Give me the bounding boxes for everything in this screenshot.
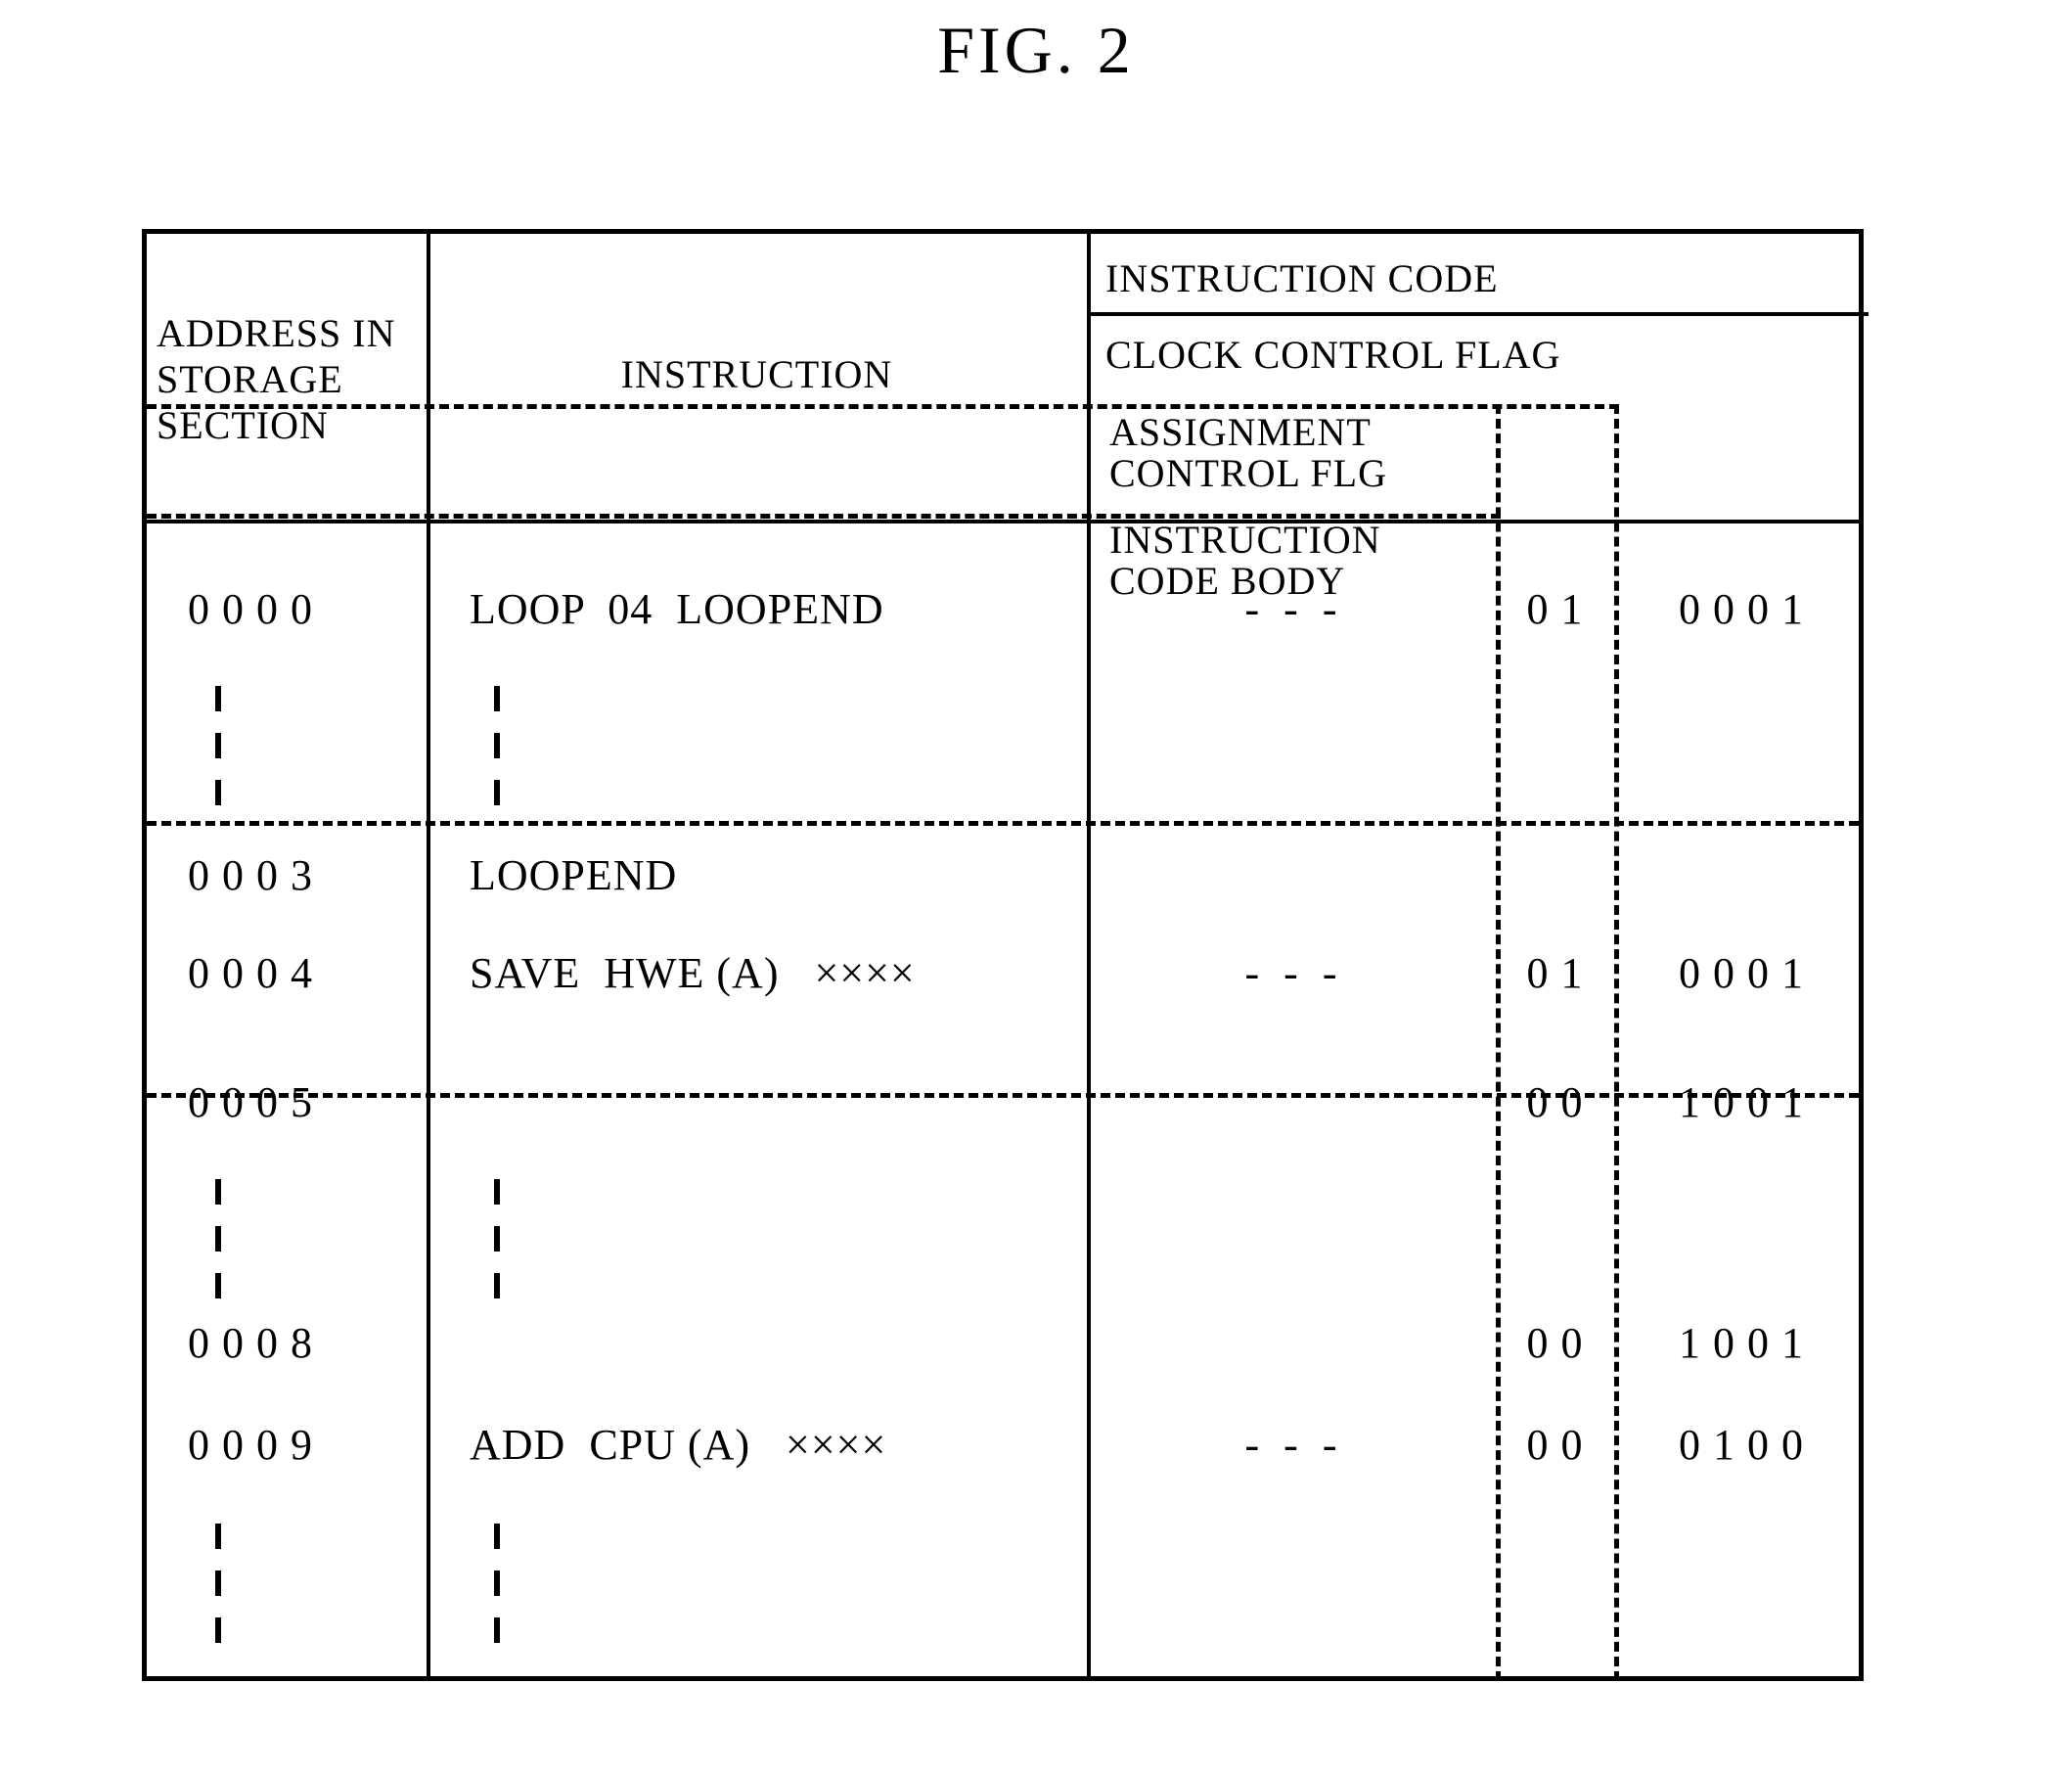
header-instruction: INSTRUCTION xyxy=(620,352,893,396)
table-row: 0 1 xyxy=(1526,949,1584,997)
header-assignment-control-flag: ASSIGNMENT CONTROL FLG xyxy=(1109,410,1387,495)
dashed-row-separator-1 xyxy=(147,821,1859,826)
continuation-dots xyxy=(494,1179,500,1320)
table-row: - - - xyxy=(1244,585,1338,633)
table-row: SAVE HWE (A) ×××× xyxy=(470,949,916,997)
table-row: 0 0 0 4 xyxy=(188,949,313,997)
header-instruction-code: INSTRUCTION CODE xyxy=(1105,256,1499,300)
table-row: LOOPEND xyxy=(470,851,678,899)
table-row: 1 0 0 1 xyxy=(1679,1078,1804,1126)
table-row: 0 0 0 3 xyxy=(188,851,313,899)
table-row: 0 0 0 1 xyxy=(1679,949,1804,997)
rule-header-body-split xyxy=(147,520,1859,523)
continuation-dots xyxy=(494,1524,500,1664)
table-row: 0 0 0 9 xyxy=(188,1421,313,1469)
continuation-dots xyxy=(215,1179,221,1320)
table-row: 0 0 0 0 xyxy=(188,585,313,633)
continuation-dots xyxy=(494,686,500,827)
figure-title: FIG. 2 xyxy=(937,13,1135,87)
table-row: 0 0 0 1 xyxy=(1679,585,1804,633)
table-row: 0 1 0 0 xyxy=(1679,1421,1804,1469)
table-row: 0 0 0 5 xyxy=(188,1078,313,1126)
table-row: 0 0 xyxy=(1526,1421,1584,1469)
rule-under-instruction-code xyxy=(1087,312,1869,316)
continuation-dots xyxy=(215,686,221,827)
table-row: 1 0 0 1 xyxy=(1679,1319,1804,1367)
continuation-dots xyxy=(215,1524,221,1664)
header-address-in-storage-section: ADDRESS IN STORAGE SECTION xyxy=(157,311,396,447)
table-row: - - - xyxy=(1244,949,1338,997)
column-divider-address-instruction xyxy=(427,234,430,1676)
table-row: 0 1 xyxy=(1526,585,1584,633)
instruction-code-table: ADDRESS IN STORAGE SECTION INSTRUCTION I… xyxy=(142,229,1869,1681)
table-row: - - - xyxy=(1244,1421,1338,1469)
table-row: ADD CPU (A) ×××× xyxy=(470,1421,887,1469)
table-row: 0 0 xyxy=(1526,1319,1584,1367)
table-row: 0 0 0 8 xyxy=(188,1319,313,1367)
header-clock-control-flag: CLOCK CONTROL FLAG xyxy=(1105,333,1561,377)
table-row: 0 0 xyxy=(1526,1078,1584,1126)
table-row: LOOP 04 LOOPEND xyxy=(470,585,884,633)
